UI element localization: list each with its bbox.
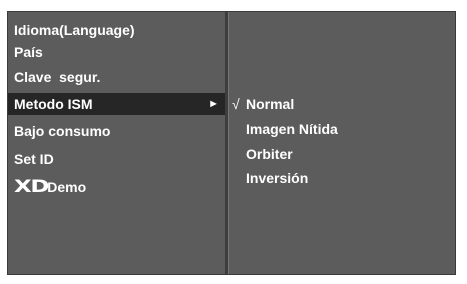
menu-item-label: Bajo consumo <box>14 123 111 139</box>
menu-item-label: Idioma(Language) <box>14 22 135 38</box>
option-label: Orbiter <box>246 146 293 162</box>
menu-item-metodo-ism[interactable]: Metodo ISM ► <box>8 93 225 115</box>
osd-menu-window: Idioma(Language) País Clave segur. Metod… <box>8 12 455 274</box>
menu-item-bajo-consumo[interactable]: Bajo consumo <box>8 120 225 142</box>
main-menu-panel: Idioma(Language) País Clave segur. Metod… <box>8 12 225 274</box>
menu-item-label: País <box>14 44 43 60</box>
menu-item-label: Demo <box>47 179 87 195</box>
submenu-panel: √ Normal Imagen Nítida Orbiter Inversión <box>229 12 455 274</box>
menu-item-demo[interactable]: XDDemo <box>8 176 225 198</box>
menu-item-label: Set ID <box>14 151 54 167</box>
menu-item-pais[interactable]: País <box>8 41 225 63</box>
submenu-arrow-icon: ► <box>208 98 219 110</box>
menu-item-idioma[interactable]: Idioma(Language) <box>8 19 225 41</box>
panel-divider <box>225 12 228 274</box>
checkmark-icon: √ <box>232 96 240 112</box>
menu-item-label: Clave segur. <box>14 69 101 85</box>
option-label: Normal <box>246 96 295 112</box>
menu-item-label: Metodo ISM <box>14 96 93 112</box>
option-label: Inversión <box>246 170 309 186</box>
menu-item-set-id[interactable]: Set ID <box>8 148 225 170</box>
xd-logo-icon: XD <box>14 177 49 198</box>
menu-item-clave-segur[interactable]: Clave segur. <box>8 66 225 88</box>
option-label: Imagen Nítida <box>246 121 338 137</box>
